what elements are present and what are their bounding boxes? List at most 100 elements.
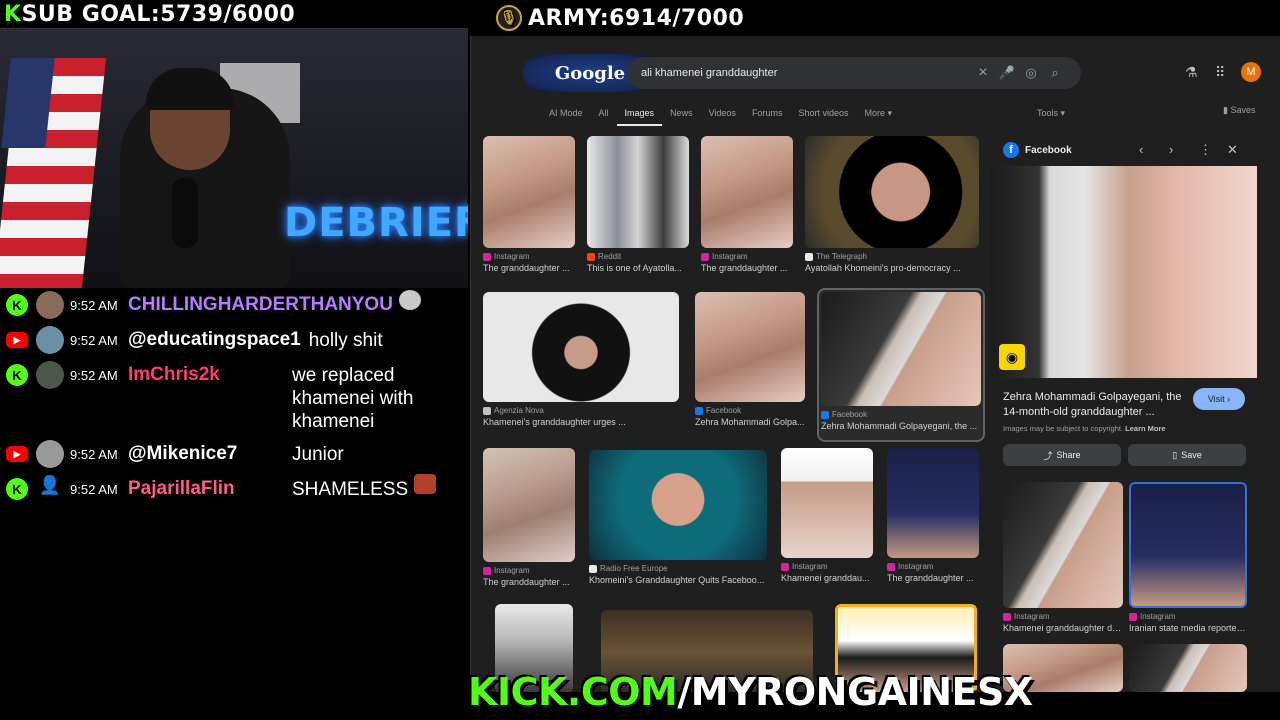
news-icon [483,406,491,415]
stream-screen: DEBRIEF KSUB GOAL:5739/6000 🎙 ARMY:6914/… [0,0,1280,720]
previous-icon[interactable]: ‹ [1139,142,1143,157]
mic-badge-icon: 🎙 [496,5,522,31]
share-button[interactable]: ⤴ Share [1003,444,1121,466]
tools-button[interactable]: Tools ▾ [1037,108,1065,119]
result-source-name: Instagram [1014,612,1050,621]
save-button[interactable]: ▯ Save [1128,444,1246,466]
copyright-text: Images may be subject to copyright. [1003,424,1124,433]
image-result[interactable]: Facebook Zehra Mohammadi Golpa... [695,292,805,427]
chat-time: 9:52 AM [70,333,118,348]
tab-all[interactable]: All [591,106,617,126]
emote-icon [398,290,421,310]
result-source-name: Reddit [598,252,622,261]
chat-time: 9:52 AM [70,447,118,462]
next-icon[interactable]: › [1169,142,1173,157]
image-result[interactable]: Instagram Khamenei granddau... [781,448,873,583]
result-caption: Iranian state media reported... [1129,623,1247,633]
emote-icon [414,474,437,494]
related-image[interactable] [1129,644,1247,692]
search-input[interactable] [641,67,971,79]
result-thumbnail [587,136,689,248]
labs-flask-icon[interactable]: ⚗ [1185,64,1198,81]
related-image[interactable]: Instagram Khamenei granddaughter dies ..… [1003,482,1123,633]
image-result[interactable]: Agenzia Nova Khamenei's granddaughter ur… [483,292,679,427]
result-source: Instagram [483,566,575,575]
result-source-name: Instagram [792,562,828,571]
image-result[interactable]: Instagram The granddaughter ... [701,136,793,273]
tab-more[interactable]: More ▾ [856,106,900,126]
result-source-name: Instagram [712,252,748,261]
result-source: Instagram [701,252,793,261]
apps-grid-icon[interactable]: ⠿ [1215,64,1225,81]
chat-text: we replaced khamenei with khamenei [292,365,414,432]
search-box[interactable]: × 🎤 ◎ ⌕ [627,57,1081,89]
result-source: Instagram [887,562,979,571]
url-domain: KICK.COM [468,670,678,714]
result-source: Instagram [781,562,873,571]
image-result-selected[interactable]: Facebook Zehra Mohammadi Golpayegani, th… [817,288,985,442]
search-icon[interactable]: ⌕ [1043,65,1067,81]
result-caption: Ayatollah Khomeini's pro-democracy ... [805,263,961,273]
result-source: Instagram [1003,612,1123,621]
default-avatar-icon: 👤 [38,475,62,495]
tab-ai-mode[interactable]: AI Mode [541,106,591,126]
kick-icon: K [6,294,28,316]
lens-icon[interactable]: ◎ [1019,65,1043,81]
image-result[interactable]: Instagram The granddaughter ... [887,448,979,583]
result-caption: Khamenei granddau... [781,573,870,583]
result-thumbnail [781,448,873,558]
result-caption: Khomeini's Granddaughter Quits Faceboo..… [589,575,765,585]
profile-avatar[interactable]: M [1241,62,1261,82]
visit-button[interactable]: Visit › [1193,388,1245,410]
result-thumbnail [887,448,979,558]
result-thumbnail [589,450,767,560]
voice-search-icon[interactable]: 🎤 [995,65,1019,81]
saves-button[interactable]: ▮ Saves [1223,105,1255,116]
clear-icon[interactable]: × [971,64,995,82]
image-result[interactable]: The Telegraph Ayatollah Khomeini's pro-d… [805,136,979,273]
result-source-name: Facebook [706,406,742,415]
lens-icon[interactable]: ◉ [999,344,1025,370]
preview-image[interactable]: ◉ [991,166,1257,378]
avatar [36,291,64,319]
kick-icon: K [6,364,28,386]
chat-message: ▶ 9:52 AM @Mikenice7 Junior [0,439,468,468]
image-result[interactable]: Instagram The granddaughter ... [483,136,575,273]
result-caption: Zehra Mohammadi Golpayegani, the ... [821,421,978,431]
image-result[interactable]: Instagram The granddaughter ... [483,448,575,587]
image-result[interactable]: Reddit This is one of Ayatolla... [587,136,689,273]
panel-source[interactable]: f Facebook [1003,142,1072,158]
result-thumbnail [701,136,793,248]
result-thumbnail [805,136,979,248]
related-thumbnail [1129,644,1247,692]
related-thumbnail [1003,482,1123,608]
visit-label: Visit [1207,394,1225,404]
result-thumbnail [483,448,575,562]
result-source: The Telegraph [805,252,979,261]
stream-url-banner: KICK.COM/MYRONGAINESX [468,670,1033,714]
image-result[interactable]: Radio Free Europe Khomeini's Granddaught… [589,450,767,585]
result-source: Instagram [1129,612,1247,621]
tab-forums[interactable]: Forums [744,106,791,126]
preview-title[interactable]: Zehra Mohammadi Golpayegani, the 14-mont… [1003,390,1191,420]
tab-news[interactable]: News [662,106,701,126]
close-icon[interactable]: ✕ [1227,142,1238,158]
bookmark-icon: ▯ [1172,449,1178,460]
tab-videos[interactable]: Videos [701,106,744,126]
result-caption: Zehra Mohammadi Golpa... [695,417,805,427]
share-icon: ⤴ [1043,450,1053,461]
result-source: Agenzia Nova [483,406,679,415]
more-options-icon[interactable]: ⋮ [1199,142,1212,158]
chat-username: PajarillaFlin [128,478,235,499]
result-source-name: Facebook [832,410,868,419]
related-image[interactable]: Instagram Iranian state media reported..… [1129,482,1247,633]
result-caption: The granddaughter ... [483,263,570,273]
tab-images[interactable]: Images [616,106,663,126]
copyright-notice: Images may be subject to copyright. Lear… [1003,424,1166,433]
tab-more-label: More [864,108,885,118]
instagram-icon [483,252,491,261]
result-source: Facebook [695,406,805,415]
instagram-icon [1003,612,1011,621]
tab-short-videos[interactable]: Short videos [790,106,856,126]
learn-more-link[interactable]: Learn More [1125,424,1165,433]
